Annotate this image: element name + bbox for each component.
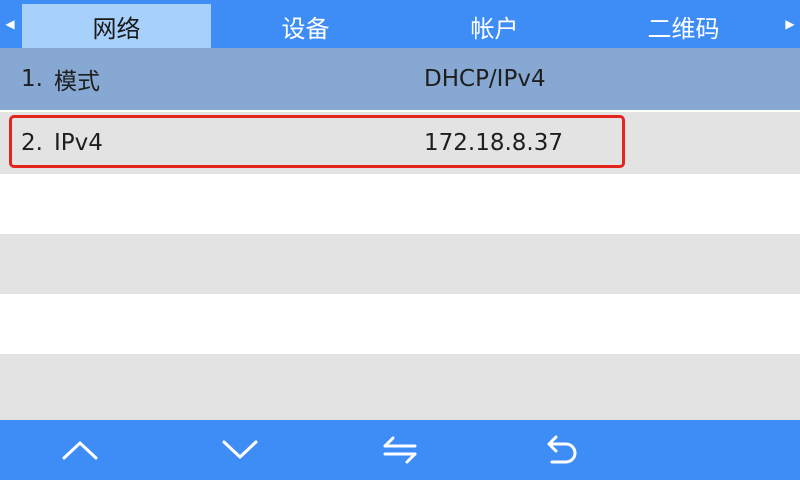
- switch-arrows-icon: [383, 436, 417, 464]
- chevron-up-icon: [62, 441, 98, 460]
- tab-bar: ◀ 网络 设备 帐户 二维码 ▶: [0, 0, 800, 48]
- tab-device[interactable]: 设备: [211, 4, 400, 48]
- back-button[interactable]: [520, 420, 600, 480]
- bottom-toolbar: [0, 420, 800, 480]
- list-item-label: 模式: [54, 69, 100, 95]
- move-down-button[interactable]: [200, 420, 280, 480]
- empty-row: [0, 354, 800, 420]
- tab-qrcode[interactable]: 二维码: [589, 4, 778, 48]
- list-item-mode[interactable]: 1. 模式 DHCP/IPv4: [0, 48, 800, 110]
- tab-account[interactable]: 帐户: [400, 4, 589, 48]
- empty-row: [0, 174, 800, 234]
- back-return-icon: [547, 435, 577, 464]
- chevron-down-icon: [222, 440, 258, 459]
- highlight-frame: [9, 115, 625, 168]
- tab-scroll-right-icon[interactable]: ▶: [780, 0, 800, 48]
- tab-scroll-left-icon[interactable]: ◀: [0, 0, 20, 48]
- switch-button[interactable]: [360, 420, 440, 480]
- tab-network[interactable]: 网络: [22, 4, 211, 48]
- list-item-number: 1.: [21, 66, 43, 92]
- list-item-value: DHCP/IPv4: [424, 66, 546, 92]
- empty-row: [0, 294, 800, 354]
- move-up-button[interactable]: [40, 420, 120, 480]
- empty-row: [0, 234, 800, 294]
